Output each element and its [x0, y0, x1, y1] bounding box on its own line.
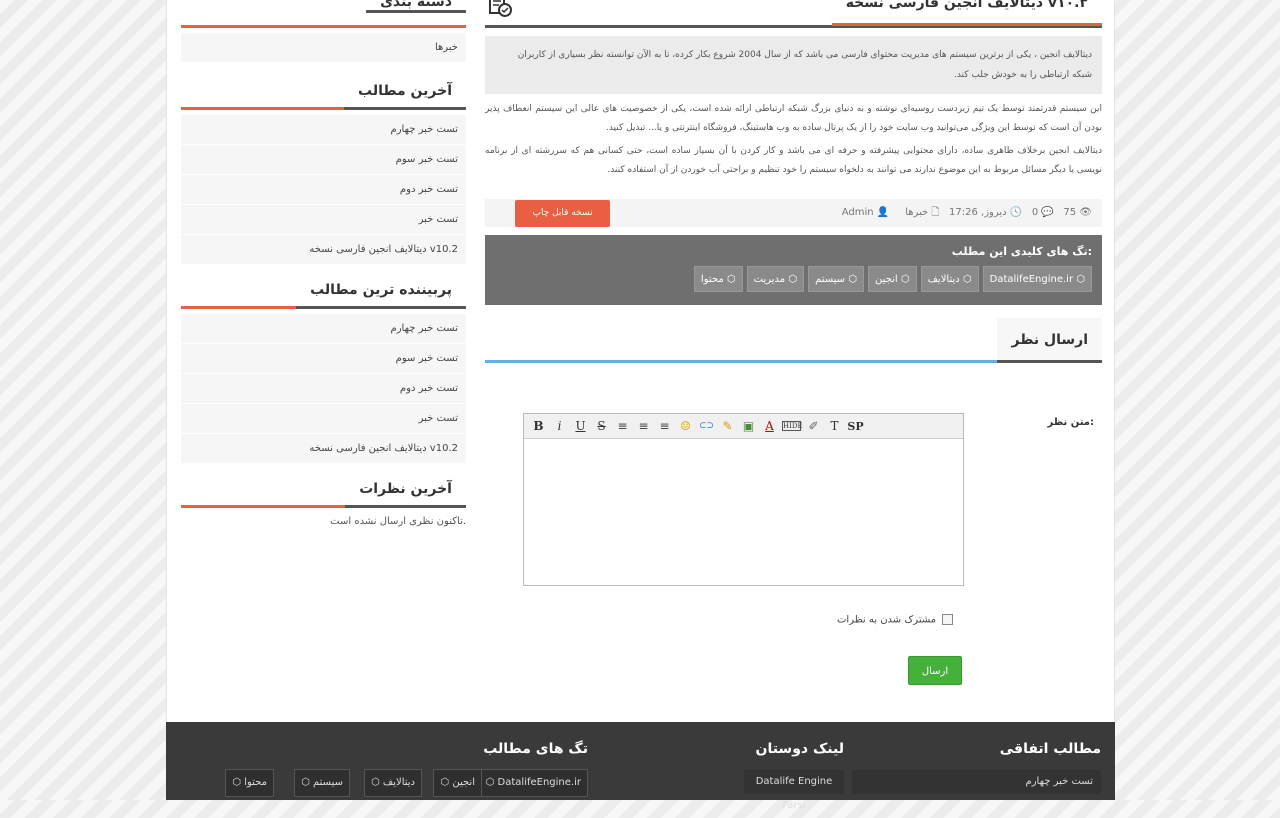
random-posts-title: مطالب اتفاقی — [999, 741, 1101, 757]
tag-link[interactable]: ⬡ محتوا — [693, 266, 743, 292]
random-post-item[interactable]: تست خبر چهارم — [852, 770, 1101, 794]
article: دیتالایف انجین فارسی نسخه v۱۰.۲ دیتالایف… — [485, 0, 1102, 363]
font-color-icon[interactable]: A — [759, 419, 780, 433]
image-icon[interactable]: ▣ — [738, 419, 759, 433]
tag-link[interactable]: ⬡ دیتالایف — [920, 266, 979, 292]
align-left-button[interactable]: ≡ — [612, 419, 633, 433]
eye-icon: 👁 — [1079, 207, 1092, 218]
subscribe-checkbox[interactable] — [942, 614, 954, 625]
popular-item[interactable]: تست خبر دوم — [181, 374, 466, 404]
hide-button[interactable]: HIDE — [782, 421, 803, 431]
pencil-icon[interactable]: ✐ — [803, 419, 824, 433]
comment-textarea[interactable] — [524, 439, 963, 585]
bold-button[interactable]: B — [528, 419, 549, 433]
comment-form-header: ارسال نظر — [485, 317, 1102, 363]
tag-icon: ⬡ — [301, 777, 313, 788]
spoiler-button[interactable]: SP — [845, 420, 866, 433]
article-category[interactable]: خبرها — [905, 207, 928, 218]
tag-link[interactable]: ⬡ انجین — [867, 266, 917, 292]
sidebar: دسته بندی خبرها آخرین مطالب تست خبر چهار… — [181, 0, 466, 527]
popular-item[interactable]: تست خبر چهارم — [181, 314, 466, 344]
submit-button[interactable]: ارسال — [908, 656, 962, 685]
footer-tag[interactable]: ⬡ دیتالایف — [363, 769, 422, 797]
article-author[interactable]: Admin — [842, 207, 874, 218]
latest-title: آخرین مطالب — [344, 83, 466, 110]
editor-toolbar: B i U S ≡ ≡ ≡ ☺ ⊂⊃ ✎ ▣ A HIDE ✐ T SP — [524, 414, 963, 439]
popular-item[interactable]: دیتالایف انجین فارسی نسخه v10.2 — [181, 434, 466, 464]
article-title: دیتالایف انجین فارسی نسخه v۱۰.۲ — [831, 0, 1102, 26]
link-icon[interactable]: ⊂⊃ — [696, 421, 717, 431]
tag-link[interactable]: ⬡ سیستم — [808, 266, 864, 292]
footer-tag[interactable]: ⬡ محتوا — [225, 769, 274, 797]
footer-tag[interactable]: ⬡ انجین — [433, 769, 482, 797]
article-date: دیروز, 17:26 — [949, 207, 1007, 218]
latest-header: آخرین مطالب — [181, 79, 466, 110]
underline-button[interactable]: U — [570, 419, 591, 433]
article-header: دیتالایف انجین فارسی نسخه v۱۰.۲ — [485, 0, 1102, 28]
page-container: دسته بندی خبرها آخرین مطالب تست خبر چهار… — [166, 0, 1115, 722]
tag-icon: ⬡ — [897, 274, 910, 285]
comment-icon: 💬 — [1041, 207, 1054, 218]
footer: مطالب اتفاقی تست خبر چهارم لینک دوستان D… — [166, 722, 1115, 811]
key-icon[interactable]: ✎ — [717, 419, 738, 433]
latest-item[interactable]: دیتالایف انجین فارسی نسخه v10.2 — [181, 235, 466, 265]
align-center-button[interactable]: ≡ — [633, 419, 654, 433]
article-lead: دیتالایف انجین ، یکی از برترین سیستم های… — [485, 36, 1102, 94]
meta-info: 👁 75 💬 0 🕓 دیروز, 17:26 🗋 خبرها 👤 Admin — [842, 199, 1092, 227]
tag-link[interactable]: ⬡ DatalifeEngine.ir — [982, 266, 1092, 292]
footer-tags-title: تگ های مطالب — [483, 741, 588, 757]
latest-item[interactable]: تست خبر — [181, 205, 466, 235]
tag-icon: ⬡ — [440, 777, 453, 788]
tag-icon: ⬡ — [845, 274, 857, 285]
comment-editor[interactable]: B i U S ≡ ≡ ≡ ☺ ⊂⊃ ✎ ▣ A HIDE ✐ T SP — [523, 413, 964, 586]
subscribe-option[interactable]: مشترک شدن به نظرات — [837, 614, 954, 626]
article-paragraph: دیتالایف انجین برخلاف ظاهری ساده، دارای … — [485, 146, 1102, 175]
popular-item[interactable]: تست خبر — [181, 404, 466, 434]
clock-icon: 🕓 — [1009, 207, 1023, 218]
edit-icon[interactable] — [487, 0, 513, 18]
article-paragraph: این سیستم قدرتمند توسط یک تیم زبردست روس… — [485, 104, 1102, 133]
latest-item[interactable]: تست خبر سوم — [181, 145, 466, 175]
comment-form-title: ارسال نظر — [997, 318, 1102, 363]
tag-icon: ⬡ — [785, 274, 798, 285]
popular-title: پربیننده ترین مطالب — [296, 282, 466, 309]
smiley-icon[interactable]: ☺ — [675, 419, 696, 433]
no-comments-text: تاکنون نظری ارسال نشده است. — [330, 516, 466, 527]
user-icon: 👤 — [876, 207, 890, 218]
popular-header: پربیننده ترین مطالب — [181, 278, 466, 309]
font-button[interactable]: T — [824, 419, 845, 433]
footer-tag[interactable]: ⬡ سیستم — [294, 769, 350, 797]
comments-header: آخرین نظرات — [181, 477, 466, 508]
tags-title: تگ های کلیدی این مطلب: — [951, 245, 1092, 258]
align-right-button[interactable]: ≡ — [654, 419, 675, 433]
latest-item[interactable]: تست خبر چهارم — [181, 115, 466, 145]
friends-links-title: لینک دوستان — [755, 741, 844, 757]
file-icon: 🗋 — [931, 207, 940, 218]
tag-link[interactable]: ⬡ مدیریت — [746, 266, 805, 292]
latest-item[interactable]: تست خبر دوم — [181, 175, 466, 205]
categories-header: دسته بندی — [181, 0, 466, 28]
popular-item[interactable]: تست خبر سوم — [181, 344, 466, 374]
print-button[interactable]: نسخه قابل چاپ — [515, 200, 610, 227]
tag-icon: ⬡ — [232, 777, 245, 788]
subscribe-label: مشترک شدن به نظرات — [837, 614, 937, 626]
italic-button[interactable]: i — [549, 419, 570, 433]
comment-field-label: متن نظر: — [1047, 417, 1094, 428]
article-meta: نسخه قابل چاپ 👁 75 💬 0 🕓 دیروز, 17:26 🗋 … — [485, 199, 1102, 227]
friend-link[interactable]: Datalife Engine Farsi — [744, 770, 844, 811]
tag-icon: ⬡ — [959, 274, 972, 285]
tags-box: تگ های کلیدی این مطلب: ⬡ DatalifeEngine.… — [485, 235, 1102, 305]
comments-count: 0 — [1031, 207, 1039, 218]
latest-comments-title: آخرین نظرات — [345, 481, 466, 508]
strike-button[interactable]: S — [591, 419, 612, 433]
views-count: 75 — [1063, 207, 1077, 218]
tag-icon: ⬡ — [485, 777, 498, 788]
tag-icon: ⬡ — [1073, 274, 1085, 285]
tag-icon: ⬡ — [370, 777, 383, 788]
categories-title: دسته بندی — [366, 0, 466, 13]
category-link[interactable]: خبرها — [181, 33, 466, 63]
footer-tag[interactable]: ⬡ DatalifeEngine.ir — [478, 769, 588, 797]
tag-icon: ⬡ — [723, 274, 736, 285]
